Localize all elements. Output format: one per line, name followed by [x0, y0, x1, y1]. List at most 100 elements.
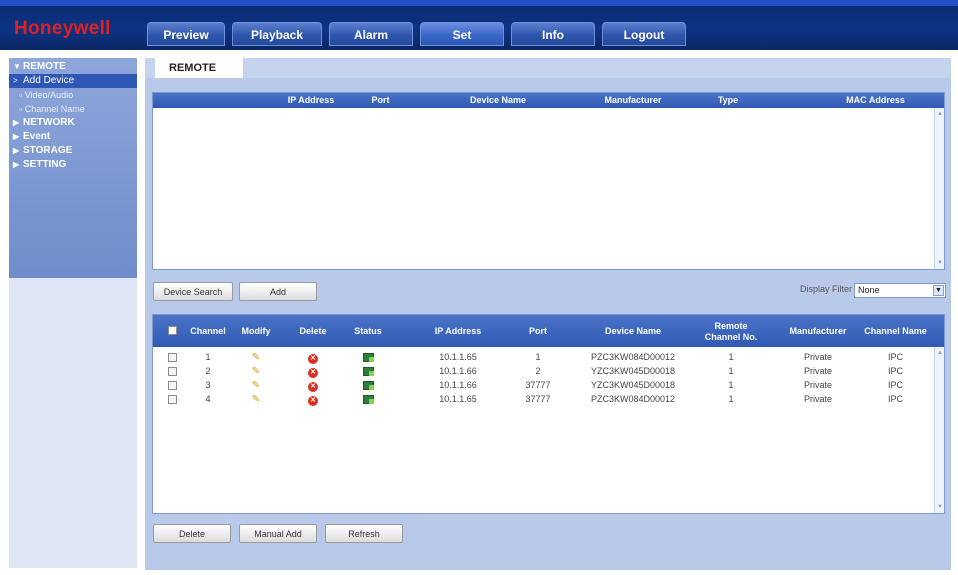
status-cell: [348, 365, 388, 380]
triangle-right-icon: ▶: [13, 132, 20, 141]
status-cell: [348, 379, 388, 394]
table-row[interactable]: 1 ✎ ✕ 10.1.1.65 1 PZC3KW084D00012 1 Priv…: [153, 351, 934, 364]
delete-x-icon[interactable]: ✕: [308, 354, 318, 364]
ip-cell: 10.1.1.65: [439, 352, 477, 362]
main-nav: Preview Playback Alarm Set Info Logout: [147, 22, 686, 46]
channel-cell: 1: [205, 352, 211, 362]
column-header: Device Name: [469, 95, 527, 105]
scroll-up-icon[interactable]: ▲: [936, 349, 944, 357]
delete-cell[interactable]: ✕: [293, 393, 333, 406]
scroll-up-icon[interactable]: ▲: [936, 110, 944, 118]
sidebar-item-channel-name[interactable]: ▫ Channel Name: [9, 102, 137, 116]
sidebar-item-label: Video/Audio: [24, 90, 74, 100]
column-header: IP Address: [287, 95, 335, 105]
nav-tab-logout[interactable]: Logout: [602, 22, 686, 46]
row-checkbox[interactable]: [168, 381, 177, 390]
column-header: Type: [717, 95, 739, 105]
device-search-button[interactable]: Device Search: [153, 282, 233, 301]
device-name-cell: PZC3KW084D00012: [590, 394, 676, 404]
device-name-cell: PZC3KW084D00012: [590, 352, 676, 362]
column-header: Manufacturer: [789, 326, 847, 336]
search-table-scrollbar[interactable]: ▲ ▼: [934, 108, 944, 269]
honeywell-logo: Honeywell: [14, 18, 111, 39]
column-header: MAC Address: [846, 95, 905, 105]
sidebar-item-label: Event: [23, 131, 51, 142]
channel-cell: 4: [205, 394, 211, 404]
connected-status-icon: [362, 381, 374, 390]
dropdown-arrow-icon[interactable]: ▼: [933, 285, 944, 296]
sidebar-item-event[interactable]: ▶ Event: [9, 130, 137, 144]
remote-channel-cell: 1: [728, 380, 734, 390]
delete-x-icon[interactable]: ✕: [308, 382, 318, 392]
manufacturer-cell: Private: [803, 352, 832, 362]
tab-remote[interactable]: REMOTE: [155, 58, 243, 78]
sidebar-item-video-audio[interactable]: ▫ Video/Audio: [9, 88, 137, 102]
manufacturer-cell: Private: [803, 380, 832, 390]
device-table-scrollbar[interactable]: ▲ ▼: [934, 347, 944, 513]
main-tab-bar: REMOTE: [145, 58, 951, 78]
triangle-right-icon: ▶: [13, 146, 20, 155]
port-cell: 2: [535, 366, 541, 376]
port-cell: 37777: [525, 394, 551, 404]
column-header: Status: [354, 326, 382, 336]
nav-tab-set[interactable]: Set: [420, 22, 504, 46]
pencil-icon[interactable]: ✎: [252, 393, 260, 406]
pencil-icon[interactable]: ✎: [252, 351, 260, 364]
display-filter-value: None: [858, 285, 880, 295]
pencil-icon[interactable]: ✎: [252, 379, 260, 392]
top-bar: Honeywell Preview Playback Alarm Set Inf…: [0, 0, 958, 50]
row-checkbox[interactable]: [168, 353, 177, 362]
scroll-down-icon[interactable]: ▼: [936, 503, 944, 511]
channel-cell: 3: [205, 380, 211, 390]
column-header: Delete: [299, 326, 327, 336]
refresh-button[interactable]: Refresh: [325, 524, 403, 543]
nav-tab-info[interactable]: Info: [511, 22, 595, 46]
scroll-down-icon[interactable]: ▼: [936, 259, 944, 267]
column-header: Manufacturer: [604, 95, 662, 105]
table-row[interactable]: 2 ✎ ✕ 10.1.1.66 2 YZC3KW045D00018 1 Priv…: [153, 365, 934, 378]
delete-x-icon[interactable]: ✕: [308, 368, 318, 378]
channel-name-cell: IPC: [887, 352, 903, 362]
status-cell: [348, 393, 388, 408]
display-filter-label: Display Filter: [800, 284, 853, 294]
sidebar-item-remote[interactable]: ▼ REMOTE: [9, 60, 137, 74]
manufacturer-cell: Private: [803, 394, 832, 404]
modify-cell[interactable]: ✎: [237, 393, 275, 406]
modify-cell[interactable]: ✎: [237, 379, 275, 392]
column-header: Modify: [241, 326, 271, 336]
select-all-checkbox[interactable]: [168, 326, 177, 335]
sidebar-item-add-device[interactable]: > Add Device: [9, 74, 137, 88]
nav-tab-preview[interactable]: Preview: [147, 22, 225, 46]
add-button[interactable]: Add: [239, 282, 317, 301]
sidebar-item-setting[interactable]: ▶ SETTING: [9, 158, 137, 172]
channel-name-cell: IPC: [887, 366, 903, 376]
status-cell: [348, 351, 388, 366]
modify-cell[interactable]: ✎: [237, 365, 275, 378]
nav-tab-alarm[interactable]: Alarm: [329, 22, 413, 46]
table-row[interactable]: 3 ✎ ✕ 10.1.1.66 37777 YZC3KW045D00018 1 …: [153, 379, 934, 392]
table-row[interactable]: 4 ✎ ✕ 10.1.1.65 37777 PZC3KW084D00012 1 …: [153, 393, 934, 406]
delete-cell[interactable]: ✕: [293, 365, 333, 378]
row-checkbox[interactable]: [168, 367, 177, 376]
column-header: IP Address: [434, 326, 482, 336]
row-checkbox[interactable]: [168, 395, 177, 404]
chevron-right-icon: >: [13, 76, 18, 85]
delete-button[interactable]: Delete: [153, 524, 231, 543]
ip-cell: 10.1.1.66: [439, 366, 477, 376]
sidebar-item-network[interactable]: ▶ NETWORK: [9, 116, 137, 130]
delete-cell[interactable]: ✕: [293, 379, 333, 392]
pencil-icon[interactable]: ✎: [252, 365, 260, 378]
port-cell: 1: [535, 352, 541, 362]
modify-cell[interactable]: ✎: [237, 351, 275, 364]
connected-status-icon: [362, 395, 374, 404]
column-header: Port: [529, 326, 547, 336]
delete-cell[interactable]: ✕: [293, 351, 333, 364]
sidebar-item-storage[interactable]: ▶ STORAGE: [9, 144, 137, 158]
manual-add-button[interactable]: Manual Add: [239, 524, 317, 543]
display-filter-select[interactable]: None ▼: [854, 283, 946, 298]
nav-tab-playback[interactable]: Playback: [232, 22, 322, 46]
sidebar-item-label: STORAGE: [23, 145, 73, 156]
delete-x-icon[interactable]: ✕: [308, 396, 318, 406]
device-table: Channel Modify Delete Status IP Address …: [152, 314, 945, 514]
sidebar-item-label: Channel Name: [24, 104, 85, 114]
